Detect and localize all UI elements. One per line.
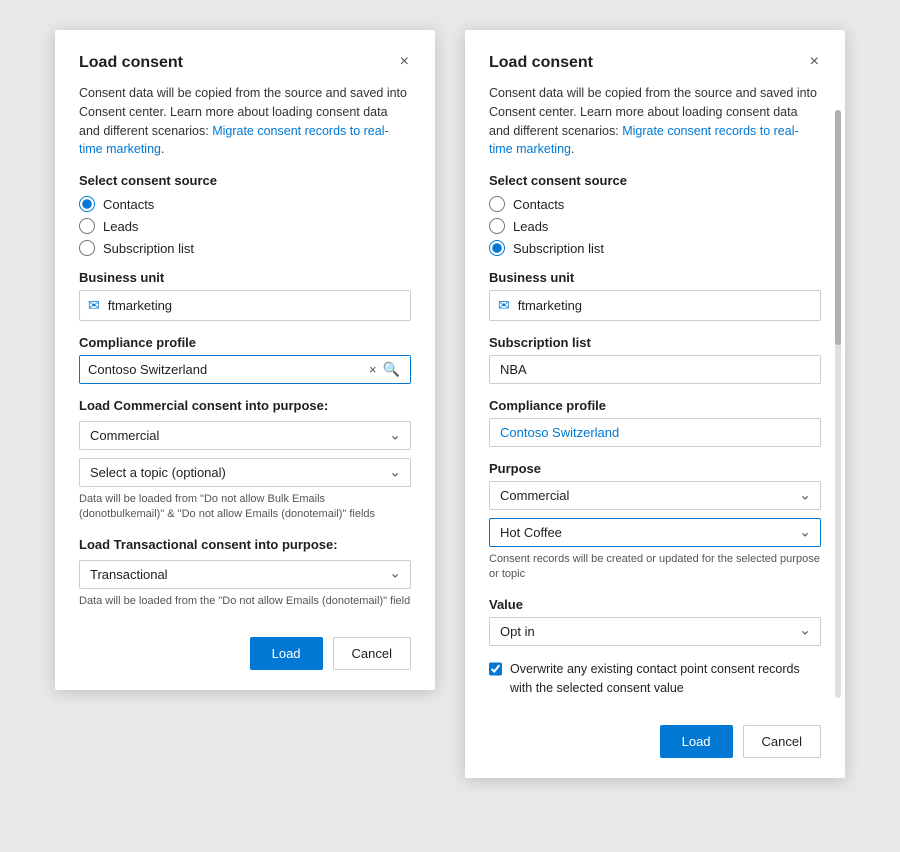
radio-subscription-2[interactable]: Subscription list (489, 240, 821, 256)
dialog-description-2: Consent data will be copied from the sou… (489, 84, 821, 159)
radio-leads-2[interactable]: Leads (489, 218, 821, 234)
business-unit-label-2: Business unit (489, 270, 821, 285)
source-radio-group-2: Contacts Leads Subscription list (489, 196, 821, 256)
business-unit-input-wrapper-1: ✉ (79, 290, 411, 321)
dialog-footer-1: Load Cancel (79, 633, 411, 670)
compliance-profile-field-2: Compliance profile Contoso Switzerland (489, 398, 821, 447)
value-wrapper-2: Opt in Opt out (489, 617, 821, 646)
transactional-section-1: Load Transactional consent into purpose:… (79, 537, 411, 609)
compliance-profile-label-2: Compliance profile (489, 398, 821, 413)
business-unit-label-1: Business unit (79, 270, 411, 285)
overwrite-label-2: Overwrite any existing contact point con… (510, 660, 821, 698)
commercial-topic-wrapper-1: Select a topic (optional) (79, 458, 411, 487)
compliance-profile-field-1: Compliance profile Contoso Switzerland ×… (79, 335, 411, 384)
business-unit-input-2[interactable] (518, 292, 820, 319)
source-label-1: Select consent source (79, 173, 411, 188)
scrollbar-thumb-2 (835, 110, 841, 345)
transactional-purpose-select-1[interactable]: Transactional Commercial (79, 560, 411, 589)
radio-leads-1[interactable]: Leads (79, 218, 411, 234)
business-unit-field-1: Business unit ✉ (79, 270, 411, 321)
compliance-profile-label-1: Compliance profile (79, 335, 411, 350)
overwrite-checkbox-row-2: Overwrite any existing contact point con… (489, 660, 821, 698)
commercial-purpose-wrapper-1: Commercial Transactional (79, 421, 411, 450)
value-label-2: Value (489, 597, 821, 612)
business-unit-input-wrapper-2: ✉ (489, 290, 821, 321)
purpose-select-2[interactable]: Commercial Transactional (489, 481, 821, 510)
dialog-title-2: Load consent (489, 54, 593, 72)
dialog-description-1: Consent data will be copied from the sou… (79, 84, 411, 159)
business-unit-field-2: Business unit ✉ (489, 270, 821, 321)
load-button-2[interactable]: Load (660, 725, 733, 758)
commercial-hint-1: Data will be loaded from "Do not allow B… (79, 492, 411, 523)
scrollbar-2[interactable] (835, 110, 841, 698)
purpose-label-2: Purpose (489, 461, 821, 476)
close-button-1[interactable]: × (398, 54, 411, 70)
subscription-list-label-2: Subscription list (489, 335, 821, 350)
topic-select-2[interactable]: Hot Coffee Cold Brew Espresso (489, 518, 821, 547)
subscription-list-field-2: Subscription list (489, 335, 821, 384)
transactional-hint-1: Data will be loaded from the "Do not all… (79, 594, 411, 609)
compliance-search-btn-1[interactable]: 🔍 (381, 361, 402, 378)
close-button-2[interactable]: × (808, 54, 821, 70)
cancel-button-2[interactable]: Cancel (743, 725, 821, 758)
source-radio-group-1: Contacts Leads Subscription list (79, 196, 411, 256)
dialog-title-1: Load consent (79, 54, 183, 72)
dialog-header-1: Load consent × (79, 54, 411, 72)
email-icon-2: ✉ (490, 291, 518, 320)
commercial-topic-select-1[interactable]: Select a topic (optional) (79, 458, 411, 487)
transactional-purpose-wrapper-1: Transactional Commercial (79, 560, 411, 589)
compliance-profile-value-2: Contoso Switzerland (489, 418, 821, 447)
radio-subscription-1[interactable]: Subscription list (79, 240, 411, 256)
value-section-2: Value Opt in Opt out (489, 597, 821, 646)
source-section-1: Select consent source Contacts Leads Sub… (79, 173, 411, 256)
purpose-wrapper-2: Commercial Transactional (489, 481, 821, 510)
dialog-load-consent-2: Load consent × Consent data will be copi… (465, 30, 845, 778)
dialog-header-2: Load consent × (489, 54, 821, 72)
dialog-load-consent-1: Load consent × Consent data will be copi… (55, 30, 435, 690)
email-icon-1: ✉ (80, 291, 108, 320)
source-section-2: Select consent source Contacts Leads Sub… (489, 173, 821, 256)
topic-wrapper-2: Hot Coffee Cold Brew Espresso (489, 518, 821, 547)
value-select-2[interactable]: Opt in Opt out (489, 617, 821, 646)
compliance-clear-btn-1[interactable]: × (365, 362, 381, 377)
compliance-profile-value-1: Contoso Switzerland (88, 362, 365, 377)
source-label-2: Select consent source (489, 173, 821, 188)
commercial-section-1: Load Commercial consent into purpose: Co… (79, 398, 411, 523)
compliance-profile-input-1[interactable]: Contoso Switzerland × 🔍 (79, 355, 411, 384)
cancel-button-1[interactable]: Cancel (333, 637, 411, 670)
dialog-footer-2: Load Cancel (489, 721, 821, 758)
transactional-heading-1: Load Transactional consent into purpose: (79, 537, 411, 552)
purpose-section-2: Purpose Commercial Transactional Hot Cof… (489, 461, 821, 583)
overwrite-checkbox-2[interactable] (489, 662, 502, 676)
commercial-purpose-select-1[interactable]: Commercial Transactional (79, 421, 411, 450)
consent-hint-2: Consent records will be created or updat… (489, 552, 821, 583)
radio-contacts-2[interactable]: Contacts (489, 196, 821, 212)
load-button-1[interactable]: Load (250, 637, 323, 670)
business-unit-input-1[interactable] (108, 292, 410, 319)
subscription-list-input-2[interactable] (489, 355, 821, 384)
radio-contacts-1[interactable]: Contacts (79, 196, 411, 212)
commercial-heading-1: Load Commercial consent into purpose: (79, 398, 411, 413)
